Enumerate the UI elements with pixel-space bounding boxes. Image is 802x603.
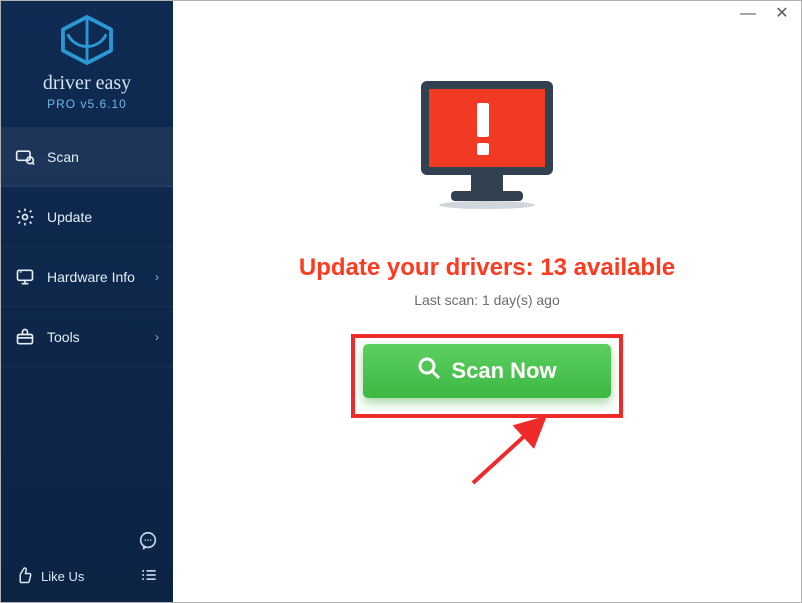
sidebar-footer: Like Us: [1, 520, 173, 602]
feedback-icon[interactable]: [137, 530, 159, 557]
sidebar-label: Update: [47, 209, 92, 225]
gear-icon: [15, 207, 35, 227]
annotation-arrow-icon: [461, 405, 561, 500]
sidebar-label: Hardware Info: [47, 269, 135, 285]
search-icon: [417, 356, 441, 386]
window-minimize[interactable]: —: [739, 7, 757, 21]
headline-prefix: Update your drivers:: [299, 254, 540, 281]
scan-now-label: Scan Now: [451, 358, 556, 384]
chevron-right-icon: ›: [155, 270, 159, 284]
like-us-button[interactable]: Like Us: [15, 566, 84, 587]
window-close[interactable]: ✕: [773, 7, 791, 21]
sidebar-nav: Scan Update: [1, 127, 173, 367]
content-area: — ✕ Update your drivers: 13 available: [173, 1, 801, 602]
logo-icon: [58, 52, 116, 69]
toolbox-icon: [15, 327, 35, 347]
monitor-icon: [15, 267, 35, 287]
like-us-label: Like Us: [41, 569, 84, 584]
sidebar-item-scan[interactable]: Scan: [1, 127, 173, 187]
sidebar-item-update[interactable]: Update: [1, 187, 173, 247]
window-controls: — ✕: [729, 1, 801, 27]
headline-suffix: available: [567, 254, 675, 281]
scan-icon: [15, 147, 35, 167]
sidebar-label: Scan: [47, 149, 79, 165]
thumbs-up-icon: [15, 566, 33, 587]
branding: driver easy PRO v5.6.10: [1, 1, 173, 123]
brand-name: driver easy: [1, 72, 173, 95]
alert-monitor-icon: [407, 71, 567, 226]
sidebar: driver easy PRO v5.6.10 Scan: [1, 1, 173, 602]
chevron-right-icon: ›: [155, 330, 159, 344]
menu-icon[interactable]: [139, 565, 159, 588]
updates-count: 13: [540, 254, 567, 281]
sidebar-item-tools[interactable]: Tools ›: [1, 307, 173, 367]
scan-highlight-box: Scan Now: [351, 334, 623, 418]
headline: Update your drivers: 13 available: [299, 254, 675, 282]
sidebar-item-hardware-info[interactable]: Hardware Info ›: [1, 247, 173, 307]
brand-version: PRO v5.6.10: [1, 97, 173, 111]
scan-now-button[interactable]: Scan Now: [363, 344, 611, 398]
last-scan-text: Last scan: 1 day(s) ago: [414, 292, 560, 308]
sidebar-label: Tools: [47, 329, 80, 345]
